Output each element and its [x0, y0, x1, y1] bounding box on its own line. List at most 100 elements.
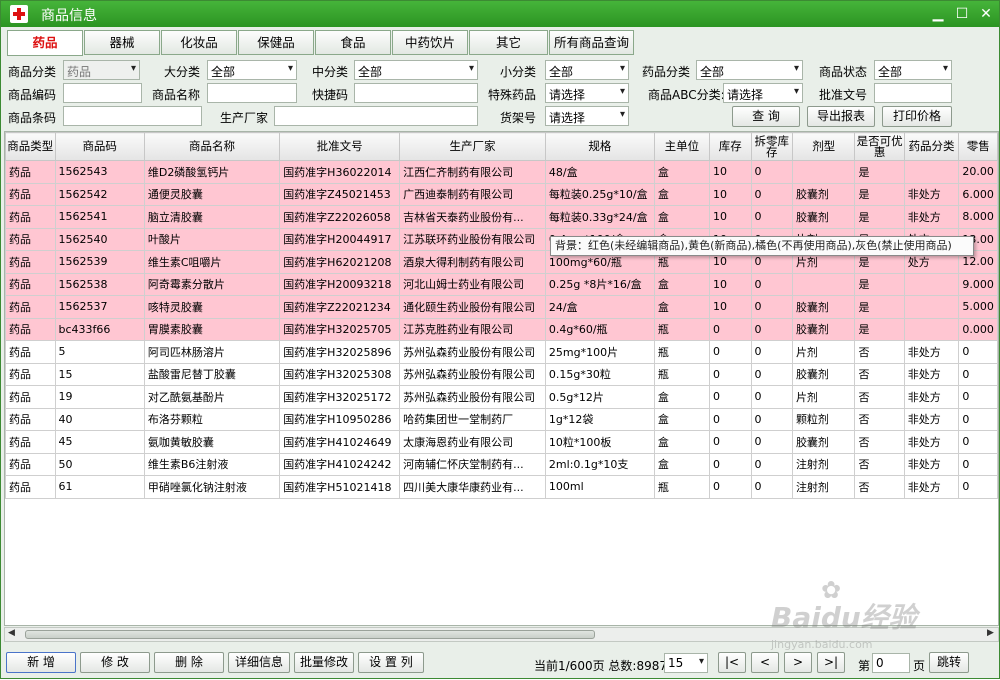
cell-discount[interactable]: 是	[854, 272, 905, 296]
cell-discount[interactable]: 是	[854, 160, 905, 184]
col-header-unit[interactable]: 主单位	[653, 132, 711, 161]
cell-type[interactable]: 药品	[5, 295, 56, 319]
cell-drug-class[interactable]: 非处方	[903, 452, 960, 476]
cell-drug-class[interactable]	[903, 272, 960, 296]
cell-discount[interactable]: 否	[854, 385, 905, 409]
cell-name[interactable]: 维生素B6注射液	[143, 452, 281, 476]
cell-approval[interactable]: 国药准字H10950286	[279, 407, 401, 431]
tab-cosmetics[interactable]: 化妆品	[161, 30, 237, 55]
cell-code[interactable]: bc433f66	[54, 317, 145, 341]
cell-drug-class[interactable]: 非处方	[903, 475, 960, 499]
col-header-name[interactable]: 商品名称	[143, 132, 281, 161]
cell-stock[interactable]: 0	[709, 317, 752, 341]
status-select[interactable]: 全部	[874, 60, 952, 80]
edit-button[interactable]: 修 改	[80, 652, 150, 673]
add-button[interactable]: 新 增	[6, 652, 76, 673]
cell-split[interactable]: 0	[750, 385, 793, 409]
cell-unit[interactable]: 盒	[653, 182, 711, 206]
cell-spec[interactable]: 每粒装0.25g*10/盒	[544, 182, 655, 206]
table-row[interactable]: 药品 50 维生素B6注射液 国药准字H41024242 河南辅仁怀庆堂制药有... 2m…	[5, 452, 998, 476]
cell-unit[interactable]: 瓶	[653, 475, 711, 499]
col-header-price[interactable]: 零售	[958, 132, 998, 161]
table-row[interactable]: 药品 19 对乙酰氨基酚片 国药准字H32025172 苏州弘森药业股份有限公司 0.5g…	[5, 385, 998, 409]
barcode-input[interactable]	[63, 106, 202, 126]
cell-price[interactable]: 0	[958, 340, 998, 364]
cell-drug-class[interactable]	[903, 160, 960, 184]
table-row[interactable]: 药品 bc433f66 胃膜素胶囊 国药准字H32025705 江苏克胜药业有限公司 0.…	[5, 317, 998, 341]
cell-maker[interactable]: 江苏联环药业股份有限公司	[399, 227, 546, 251]
cell-approval[interactable]: 国药准字H32025308	[279, 362, 401, 386]
cell-form[interactable]	[791, 160, 856, 184]
manufacturer-input[interactable]	[274, 106, 478, 126]
cell-maker[interactable]: 通化颐生药业股份有限公司	[399, 295, 546, 319]
col-header-split-stock[interactable]: 拆零库存	[750, 132, 793, 161]
cell-type[interactable]: 药品	[5, 452, 56, 476]
cell-type[interactable]: 药品	[5, 430, 56, 454]
table-row[interactable]: 药品 1562543 维D2磷酸氢钙片 国药准字H36022014 江西仁齐制药有限公司…	[5, 160, 998, 184]
cell-discount[interactable]: 是	[854, 205, 905, 229]
cell-stock[interactable]: 10	[709, 205, 752, 229]
cell-maker[interactable]: 广西迪泰制药有限公司	[399, 182, 546, 206]
col-header-approval[interactable]: 批准文号	[279, 132, 401, 161]
cell-spec[interactable]: 1g*12袋	[544, 407, 655, 431]
cell-discount[interactable]: 否	[854, 407, 905, 431]
cell-name[interactable]: 阿司匹林肠溶片	[143, 340, 281, 364]
cell-drug-class[interactable]: 非处方	[903, 407, 960, 431]
drug-class-select[interactable]: 全部	[696, 60, 803, 80]
cell-price[interactable]: 0.000	[958, 317, 998, 341]
approval-input[interactable]	[874, 83, 952, 103]
table-row[interactable]: 药品 40 布洛芬颗粒 国药准字H10950286 哈药集团世一堂制药厂 1g*12袋盒 0…	[5, 407, 998, 431]
cell-form[interactable]: 胶囊剂	[791, 182, 856, 206]
cell-unit[interactable]: 盒	[653, 295, 711, 319]
cell-discount[interactable]: 是	[854, 295, 905, 319]
cell-maker[interactable]: 苏州弘森药业股份有限公司	[399, 385, 546, 409]
tab-all-products[interactable]: 所有商品查询	[549, 30, 634, 55]
cell-approval[interactable]: 国药准字Z45021453	[279, 182, 401, 206]
cell-maker[interactable]: 哈药集团世一堂制药厂	[399, 407, 546, 431]
cell-approval[interactable]: 国药准字H32025896	[279, 340, 401, 364]
cell-code[interactable]: 1562541	[54, 205, 145, 229]
cell-type[interactable]: 药品	[5, 317, 56, 341]
cell-unit[interactable]: 瓶	[653, 362, 711, 386]
cell-code[interactable]: 19	[54, 385, 145, 409]
cell-approval[interactable]: 国药准字H62021208	[279, 250, 401, 274]
cell-form[interactable]	[791, 272, 856, 296]
first-page-button[interactable]: |<	[718, 652, 746, 673]
cell-approval[interactable]: 国药准字Z22026058	[279, 205, 401, 229]
cell-split[interactable]: 0	[750, 362, 793, 386]
shelf-select[interactable]: 请选择	[545, 106, 629, 126]
cell-stock[interactable]: 0	[709, 385, 752, 409]
cell-unit[interactable]: 瓶	[653, 317, 711, 341]
print-price-button[interactable]: 打印价格	[882, 106, 952, 127]
cell-name[interactable]: 阿奇霉素分散片	[143, 272, 281, 296]
cell-code[interactable]: 15	[54, 362, 145, 386]
col-header-discount[interactable]: 是否可优惠	[854, 132, 905, 161]
cell-split[interactable]: 0	[750, 205, 793, 229]
cell-code[interactable]: 50	[54, 452, 145, 476]
cell-form[interactable]: 胶囊剂	[791, 362, 856, 386]
cell-drug-class[interactable]: 非处方	[903, 205, 960, 229]
cell-price[interactable]: 6.000	[958, 182, 998, 206]
minimize-icon[interactable]: ▁	[927, 4, 949, 24]
cell-spec[interactable]: 10粒*100板	[544, 430, 655, 454]
cell-form[interactable]: 片剂	[791, 340, 856, 364]
cell-spec[interactable]: 每粒装0.33g*24/盒	[544, 205, 655, 229]
cell-price[interactable]: 20.00	[958, 160, 998, 184]
cell-drug-class[interactable]: 非处方	[903, 182, 960, 206]
cell-approval[interactable]: 国药准字H32025705	[279, 317, 401, 341]
cell-code[interactable]: 1562537	[54, 295, 145, 319]
major-category-select[interactable]: 全部	[207, 60, 297, 80]
col-header-form[interactable]: 剂型	[791, 132, 856, 161]
cell-name[interactable]: 叶酸片	[143, 227, 281, 251]
tab-other[interactable]: 其它	[469, 30, 548, 55]
cell-drug-class[interactable]	[903, 295, 960, 319]
cell-split[interactable]: 0	[750, 317, 793, 341]
abc-class-select[interactable]: 请选择	[723, 83, 803, 103]
cell-name[interactable]: 氨咖黄敏胶囊	[143, 430, 281, 454]
cell-price[interactable]: 0	[958, 362, 998, 386]
cell-form[interactable]: 注射剂	[791, 452, 856, 476]
name-input[interactable]	[207, 83, 297, 103]
cell-stock[interactable]: 0	[709, 475, 752, 499]
cell-form[interactable]: 注射剂	[791, 475, 856, 499]
cell-unit[interactable]: 盒	[653, 452, 711, 476]
